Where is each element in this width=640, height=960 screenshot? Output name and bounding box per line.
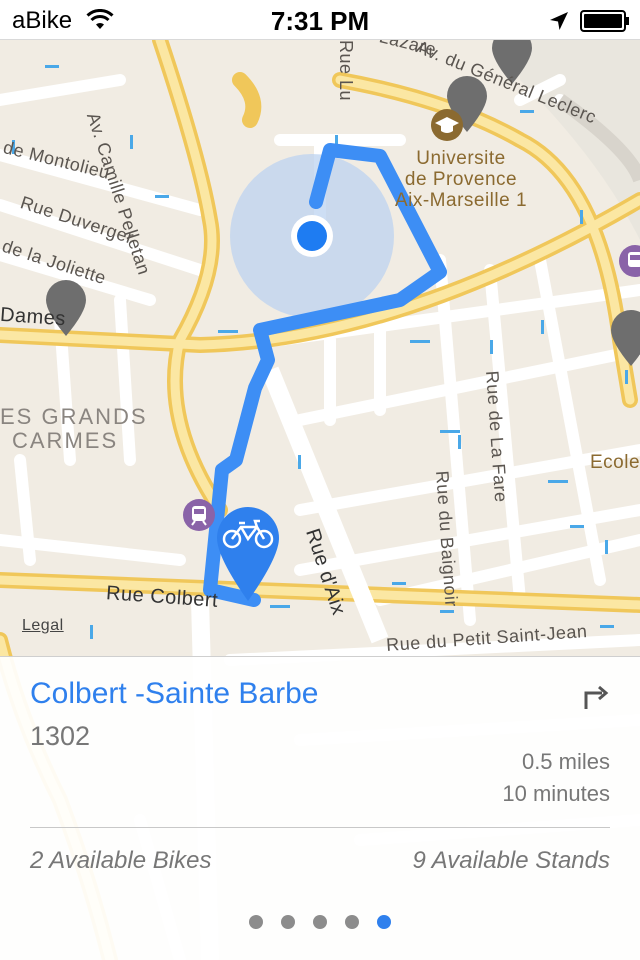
divider [30, 827, 610, 828]
graduation-cap-icon [431, 109, 463, 141]
status-bar: aBike 7:31 PM [0, 0, 640, 40]
duration-value: 10 minutes [502, 781, 610, 806]
bike-station-pin[interactable] [215, 505, 281, 605]
station-name: Colbert -Sainte Barbe [30, 677, 319, 710]
location-arrow-icon [550, 12, 568, 30]
poi-label-line: de Provence [404, 169, 518, 190]
street-label: Dames [0, 303, 67, 331]
page-dot[interactable] [345, 915, 359, 929]
page-dot[interactable] [281, 915, 295, 929]
station-info-panel: Colbert -Sainte Barbe 1302 0.5 miles 10 … [0, 656, 640, 960]
poi-label-line: Aix-Marseille 1 [394, 190, 528, 211]
page-indicator[interactable] [0, 915, 640, 929]
legal-link[interactable]: Legal [22, 617, 64, 635]
available-stands: 9 Available Stands [412, 847, 610, 874]
district-label: ES GRANDS [0, 404, 148, 429]
poi-label-line: Universite [416, 148, 506, 169]
clock: 7:31 PM [270, 6, 370, 36]
tram-icon [619, 245, 640, 277]
battery-icon [580, 10, 629, 32]
poi-label: Ecole [590, 452, 640, 473]
page-dot[interactable] [249, 915, 263, 929]
street-label: Rue Lu [336, 40, 356, 102]
available-bikes: 2 Available Bikes [30, 847, 212, 874]
station-id: 1302 [30, 721, 91, 751]
page-dot-active[interactable] [377, 915, 391, 929]
district-label: CARMES [12, 428, 119, 453]
tram-icon [183, 499, 215, 531]
turn-right-arrow-icon[interactable] [582, 683, 610, 711]
map-pin-icon[interactable] [609, 308, 640, 368]
page-dot[interactable] [313, 915, 327, 929]
poi-label: Universite de Provence Aix-Marseille 1 [376, 148, 546, 211]
distance-value: 0.5 miles [521, 749, 610, 774]
